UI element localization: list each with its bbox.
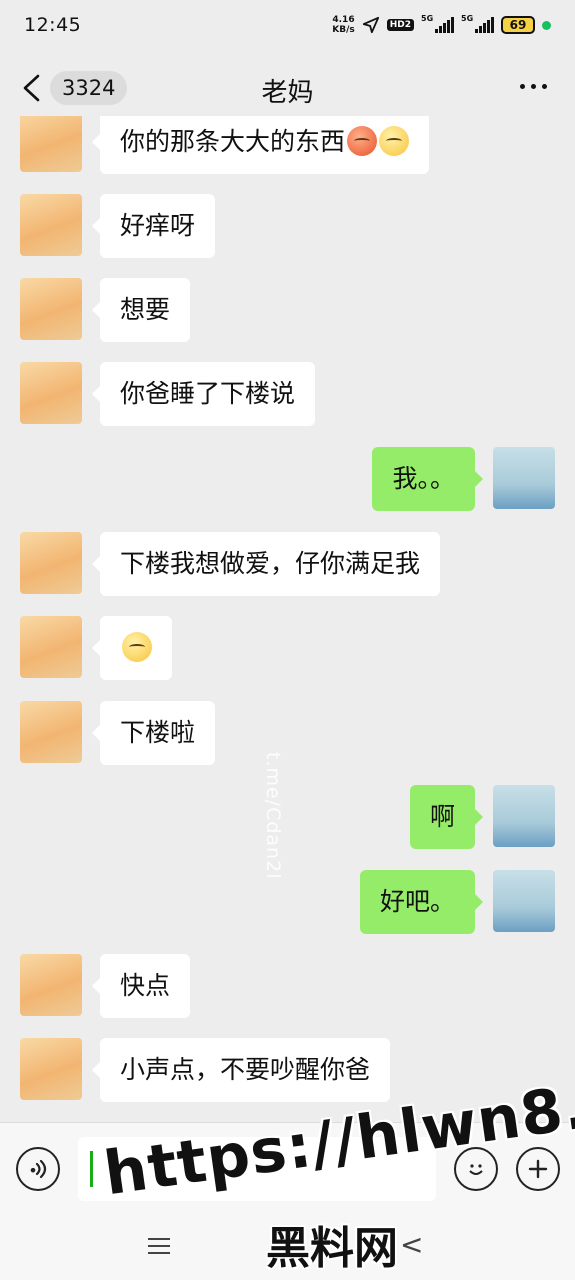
overlay-brand-text: 黑料网 <box>266 1223 398 1274</box>
message-bubble[interactable]: 啊 <box>409 785 484 849</box>
signal-icon: 5G <box>421 14 454 33</box>
message-bubble[interactable]: 小声点，不要吵醒你爸 <box>91 1038 391 1102</box>
message-text: 快点 <box>120 971 171 1000</box>
nav-back-icon[interactable]: < <box>400 1228 423 1261</box>
contact-avatar[interactable] <box>20 278 82 340</box>
signal-1-label: 5G <box>421 14 434 23</box>
message-text: 好痒呀 <box>120 211 196 240</box>
message-bubble[interactable]: 下楼我想做爱，仔你满足我 <box>91 532 441 596</box>
contact-avatar[interactable] <box>20 362 82 424</box>
message-bubble[interactable]: 快点 <box>91 954 191 1018</box>
signal-2-label: 5G <box>461 14 474 23</box>
contact-avatar[interactable] <box>20 532 82 594</box>
message-bubble[interactable]: 想要 <box>91 278 191 342</box>
contact-avatar[interactable] <box>20 194 82 256</box>
message-text: 你的那条大大的东西 <box>120 127 346 156</box>
message-bubble[interactable]: 你的那条大大的东西 <box>91 116 430 174</box>
network-speed-unit: KB/s <box>332 25 355 35</box>
message-text: 下楼我想做爱，仔你满足我 <box>120 549 421 578</box>
status-icons: 4.16 KB/s HD2 5G 5G 69 <box>332 14 551 35</box>
network-speed-value: 4.16 <box>332 15 355 25</box>
message-text: 你爸睡了下楼说 <box>120 379 296 408</box>
watermark-text: t.me/Cdan2l <box>262 752 284 880</box>
my-avatar[interactable] <box>493 785 555 847</box>
nav-menu-icon[interactable] <box>148 1238 170 1254</box>
message-list[interactable]: 你的那条大大的东西 好痒呀 想要 你爸睡了下楼说 我。。 下楼我想做爱，仔你满足… <box>0 116 575 1122</box>
message-bubble[interactable]: 好痒呀 <box>91 194 216 258</box>
add-attachment-icon[interactable] <box>516 1147 560 1191</box>
more-options-icon[interactable] <box>520 84 547 89</box>
location-arrow-icon <box>362 16 379 34</box>
message-text: 小声点，不要吵醒你爸 <box>120 1055 371 1084</box>
chat-header: 3324 老妈 <box>0 60 575 116</box>
contact-avatar[interactable] <box>20 1038 82 1100</box>
message-bubble[interactable] <box>92 616 172 680</box>
message-bubble[interactable]: 你爸睡了下楼说 <box>91 362 316 426</box>
battery-icon: 69 <box>501 16 535 34</box>
text-caret <box>90 1151 93 1187</box>
network-speed: 4.16 KB/s <box>332 15 354 35</box>
flushed-face-emoji-icon <box>347 126 378 156</box>
signal-icon: 5G <box>461 14 494 33</box>
hd-voice-icon: HD2 <box>386 19 414 31</box>
relieved-face-emoji-icon <box>122 632 152 662</box>
privacy-indicator-icon <box>542 20 551 30</box>
message-bubble[interactable]: 下楼啦 <box>91 701 216 765</box>
message-text: 下楼啦 <box>120 718 196 747</box>
status-time: 12:45 <box>24 14 82 36</box>
message-text: 我。。 <box>392 464 455 493</box>
status-bar: 12:45 4.16 KB/s HD2 5G 5G 69 <box>0 0 575 50</box>
message-text: 想要 <box>120 295 171 324</box>
contact-avatar[interactable] <box>20 701 82 763</box>
my-avatar[interactable] <box>493 870 555 932</box>
message-bubble[interactable]: 好吧。 <box>359 870 484 934</box>
voice-input-icon[interactable] <box>16 1147 60 1191</box>
message-text: 好吧。 <box>379 887 455 916</box>
relieved-face-emoji-icon <box>379 126 410 156</box>
contact-avatar[interactable] <box>20 954 82 1016</box>
contact-avatar[interactable] <box>20 116 82 172</box>
my-avatar[interactable] <box>493 447 555 509</box>
message-bubble[interactable]: 我。。 <box>372 447 483 511</box>
contact-avatar[interactable] <box>20 616 82 678</box>
message-text: 啊 <box>429 802 455 831</box>
chat-title: 老妈 <box>261 78 314 108</box>
